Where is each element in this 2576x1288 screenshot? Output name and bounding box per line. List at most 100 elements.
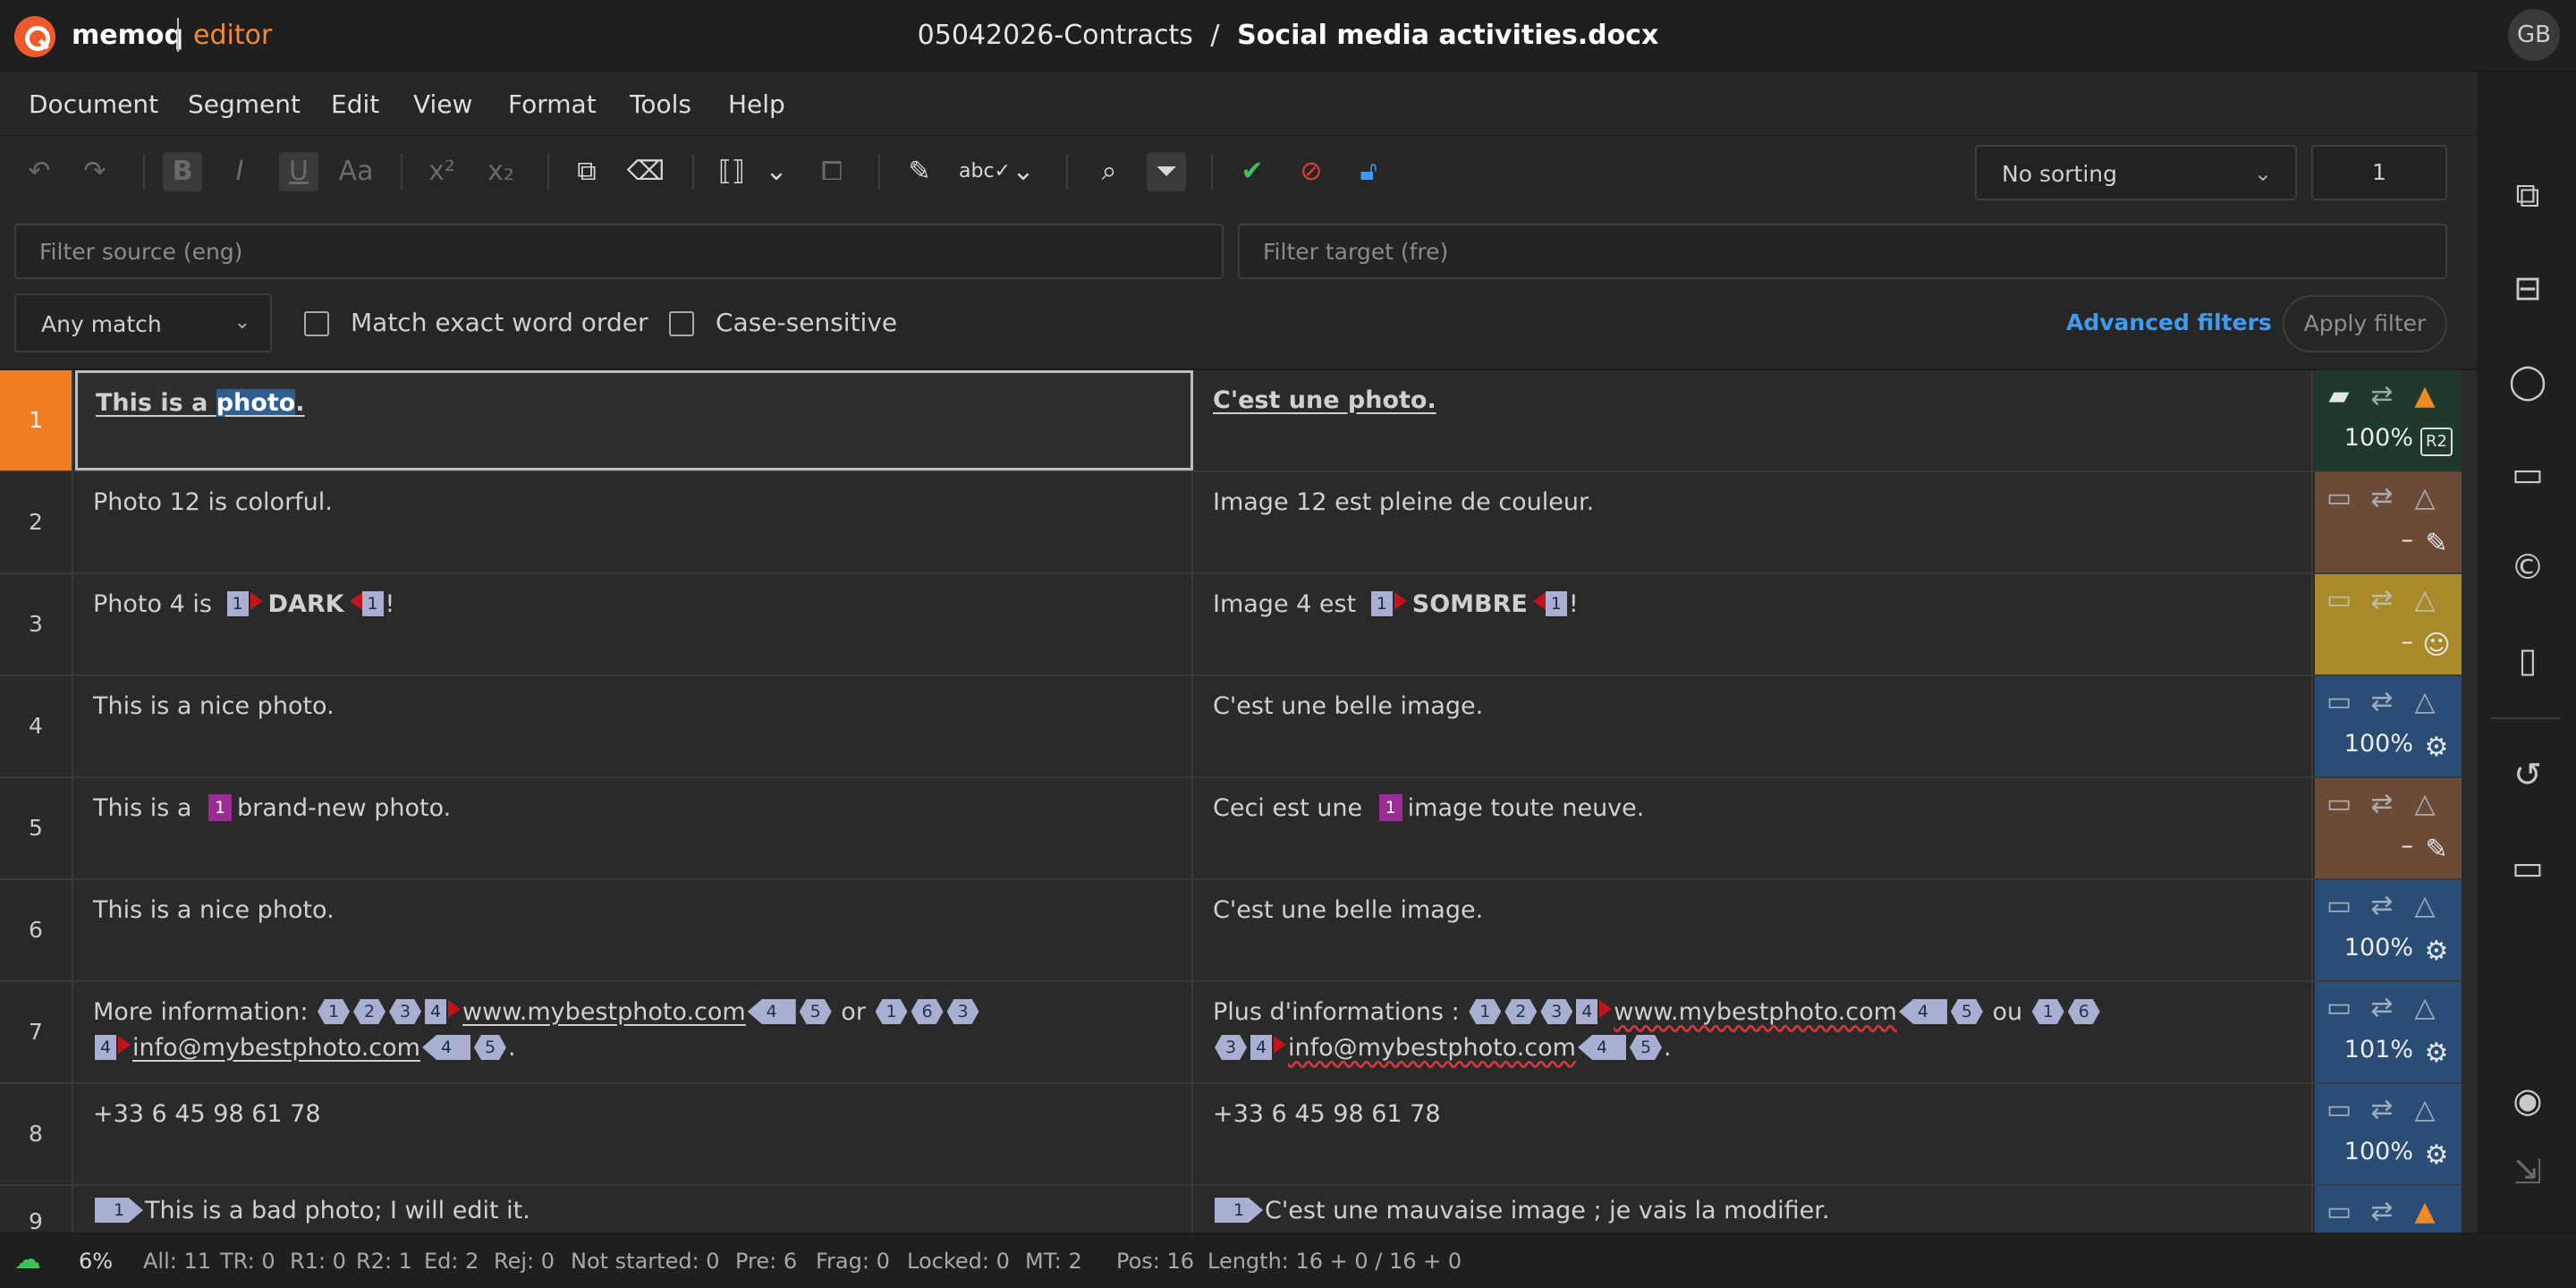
- goto-segment-input[interactable]: 1: [2311, 145, 2447, 200]
- inline-tag[interactable]: 4: [1577, 1035, 1626, 1060]
- case-sensitive-checkbox[interactable]: [669, 311, 694, 336]
- apply-filter-button[interactable]: Apply filter: [2283, 295, 2447, 352]
- reject-icon[interactable]: ⊘: [1292, 152, 1331, 191]
- inline-tag[interactable]: 5: [1950, 999, 1983, 1024]
- comment-icon[interactable]: ▭: [2322, 991, 2356, 1025]
- inline-tag[interactable]: 5: [1629, 1035, 1662, 1060]
- track-changes-icon[interactable]: ⇄: [2365, 481, 2399, 515]
- lock-icon[interactable]: 🔓︎: [1349, 152, 1388, 191]
- inline-tag[interactable]: 1: [1545, 591, 1567, 616]
- warning-icon[interactable]: ▲: [2408, 379, 2442, 413]
- inline-tag[interactable]: 4: [747, 999, 796, 1024]
- chevron-down-icon[interactable]: ⌄: [1004, 152, 1043, 191]
- filter-target-input[interactable]: [1238, 224, 2447, 279]
- advanced-filters-link[interactable]: Advanced filters: [2066, 309, 2272, 335]
- target-url[interactable]: www.mybestphoto.com: [1614, 998, 1897, 1026]
- tag-pairs-icon[interactable]: ⧠: [812, 152, 852, 191]
- history-icon[interactable]: ↺: [2506, 753, 2549, 796]
- row-number[interactable]: 1: [0, 370, 73, 470]
- inline-tag[interactable]: 3: [1540, 999, 1573, 1024]
- table-row[interactable]: 7 More information: 1 2 3 4 www.mybestphoto.…: [0, 982, 2462, 1084]
- comment-icon[interactable]: ▭: [2322, 685, 2356, 719]
- target-cell[interactable]: +33 6 45 98 61 78: [1195, 1084, 2313, 1184]
- inline-tag[interactable]: 1: [95, 1198, 143, 1223]
- source-cell[interactable]: +33 6 45 98 61 78: [75, 1084, 1193, 1184]
- undo-icon[interactable]: ↶: [20, 152, 59, 191]
- insert-tag-icon[interactable]: ⟦⟧: [712, 152, 751, 191]
- source-cell[interactable]: This is a nice photo.: [75, 880, 1193, 980]
- inline-tag[interactable]: 3: [946, 999, 979, 1024]
- inline-tag[interactable]: 1: [1215, 1198, 1263, 1223]
- inline-tag[interactable]: 2: [353, 999, 386, 1024]
- italic-icon[interactable]: I: [220, 152, 259, 191]
- comment-icon[interactable]: ▭: [2322, 583, 2356, 617]
- source-url[interactable]: www.mybestphoto.com: [462, 998, 746, 1026]
- inline-tag[interactable]: 4: [95, 1035, 116, 1060]
- chat-icon[interactable]: ▭: [2506, 846, 2549, 889]
- row-number[interactable]: 6: [0, 880, 73, 980]
- source-cell[interactable]: This is a photo.: [75, 370, 1193, 470]
- target-cell[interactable]: Plus d'informations : 1 2 3 4 www.mybestphot…: [1195, 982, 2313, 1082]
- comment-icon[interactable]: ▭: [2322, 481, 2356, 515]
- target-cell[interactable]: C'est une belle image.: [1195, 676, 2313, 776]
- row-number[interactable]: 2: [0, 472, 73, 572]
- inline-tag[interactable]: 3: [1215, 1035, 1247, 1060]
- track-changes-icon[interactable]: ⇄: [2365, 787, 2399, 821]
- inline-tag[interactable]: 3: [389, 999, 422, 1024]
- collapse-icon[interactable]: ⇲: [2506, 1150, 2549, 1193]
- menu-segment[interactable]: Segment: [188, 89, 301, 119]
- comment-icon[interactable]: ▭: [2322, 1093, 2356, 1127]
- inline-tag[interactable]: 5: [473, 1035, 506, 1060]
- inline-tag[interactable]: 1: [2031, 999, 2064, 1024]
- inline-tag[interactable]: 1: [1378, 794, 1402, 821]
- track-changes-icon[interactable]: ⇄: [2365, 379, 2399, 413]
- exact-word-order-checkbox[interactable]: [304, 311, 329, 336]
- table-row[interactable]: 1 This is a photo. C'est une photo. ▰ ⇄ …: [0, 370, 2462, 472]
- comment-icon[interactable]: ▭: [2322, 787, 2356, 821]
- text-case-icon[interactable]: Aa: [336, 152, 376, 191]
- track-changes-icon[interactable]: ⇄: [2365, 583, 2399, 617]
- comment-icon[interactable]: ▭: [2322, 889, 2356, 923]
- menu-edit[interactable]: Edit: [331, 89, 379, 119]
- match-mode-dropdown[interactable]: Any match ⌄: [14, 293, 272, 352]
- redo-icon[interactable]: ↷: [75, 152, 114, 191]
- warning-icon[interactable]: △: [2408, 991, 2442, 1025]
- inline-tag[interactable]: 2: [1504, 999, 1538, 1024]
- warning-icon[interactable]: △: [2408, 787, 2442, 821]
- filter-source-input[interactable]: [14, 224, 1224, 279]
- warning-icon[interactable]: △: [2408, 685, 2442, 719]
- inline-tag[interactable]: 1: [318, 999, 351, 1024]
- track-changes-icon[interactable]: ⇄: [2365, 685, 2399, 719]
- source-cell[interactable]: 1 This is a bad photo; I will edit it.: [75, 1186, 1193, 1233]
- warning-icon[interactable]: △: [2408, 889, 2442, 923]
- table-row[interactable]: 6 This is a nice photo. C'est une belle …: [0, 880, 2462, 982]
- warning-icon[interactable]: △: [2408, 1093, 2442, 1127]
- table-row[interactable]: 9 1 This is a bad photo; I will edit it. …: [0, 1186, 2462, 1233]
- table-row[interactable]: 5 This is a 1 brand-new photo. Ceci est u…: [0, 778, 2462, 880]
- inline-tag[interactable]: 6: [911, 999, 944, 1024]
- inline-tag[interactable]: 4: [425, 999, 447, 1024]
- target-cell[interactable]: Ceci est une 1 image toute neuve.: [1195, 778, 2313, 878]
- underline-icon[interactable]: U: [279, 152, 318, 191]
- search-icon[interactable]: ⌕: [1089, 152, 1129, 191]
- menu-tools[interactable]: Tools: [630, 89, 691, 119]
- split-segment-icon[interactable]: ⊟: [2506, 267, 2549, 309]
- comment-icon[interactable]: ▭: [2322, 1195, 2356, 1229]
- warning-icon[interactable]: △: [2408, 583, 2442, 617]
- inline-tag[interactable]: 4: [1250, 1035, 1272, 1060]
- source-email[interactable]: info@mybestphoto.com: [132, 1034, 420, 1062]
- table-row[interactable]: 4 This is a nice photo. C'est une belle …: [0, 676, 2462, 778]
- row-number[interactable]: 7: [0, 982, 73, 1082]
- target-email[interactable]: info@mybestphoto.com: [1288, 1034, 1576, 1062]
- document-icon[interactable]: ▯: [2506, 639, 2549, 682]
- filter-icon[interactable]: ⏷: [1147, 152, 1186, 191]
- spellcheck-icon[interactable]: abc✓: [959, 152, 1011, 191]
- source-cell[interactable]: This is a 1 brand-new photo.: [75, 778, 1193, 878]
- inline-tag[interactable]: 1: [208, 794, 233, 821]
- chevron-down-icon[interactable]: ⌄: [757, 152, 796, 191]
- target-cell[interactable]: C'est une photo.: [1195, 370, 2313, 470]
- superscript-icon[interactable]: x²: [422, 152, 462, 191]
- inline-tag[interactable]: 1: [361, 591, 384, 616]
- track-changes-icon[interactable]: ⇄: [2365, 889, 2399, 923]
- copy-source-icon[interactable]: ⧉: [567, 152, 606, 191]
